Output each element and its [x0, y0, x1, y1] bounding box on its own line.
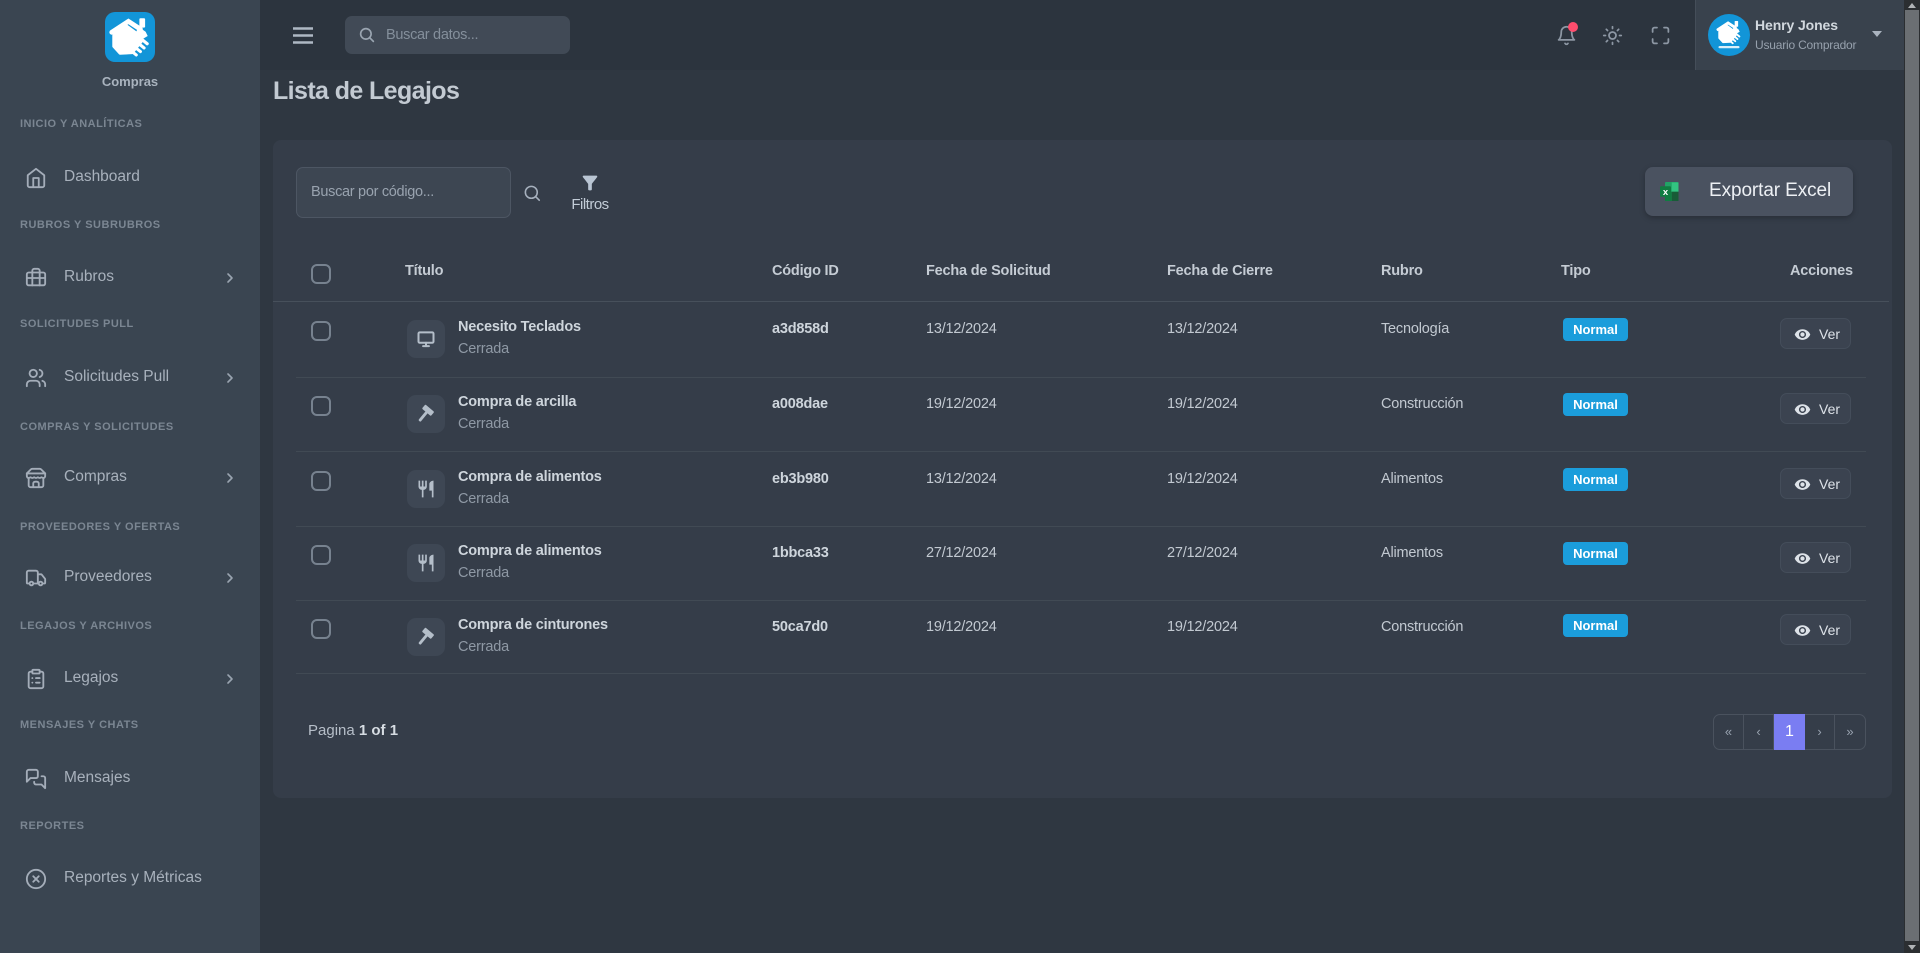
svg-text:x: x — [1663, 187, 1669, 198]
